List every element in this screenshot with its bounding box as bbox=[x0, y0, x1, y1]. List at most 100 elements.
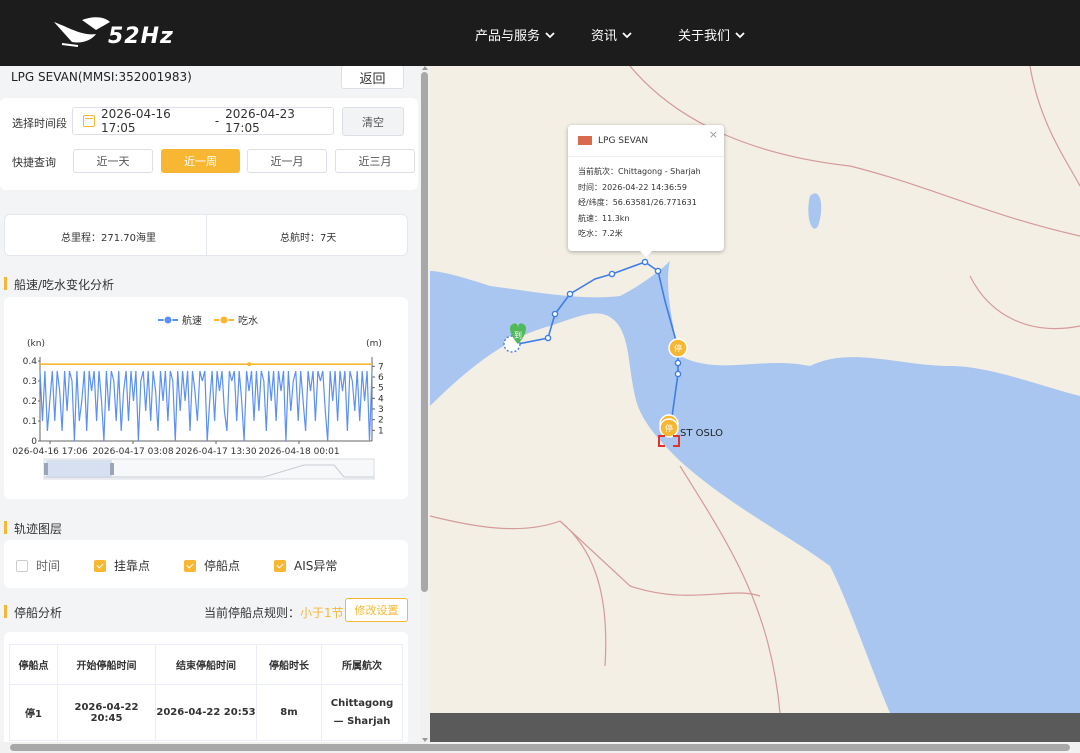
modify-settings-button[interactable]: 修改设置 bbox=[345, 598, 408, 622]
checkbox-box-checked bbox=[274, 559, 286, 572]
close-icon[interactable]: × bbox=[709, 128, 718, 141]
popup-speed: 航速：11.3kn bbox=[578, 213, 630, 223]
stop-table-header: 停船点 开始停船时间 结束停船时间 停船时长 所属航次 bbox=[9, 644, 403, 685]
stop-table: 停船点 开始停船时间 结束停船时间 停船时长 所属航次 停1 2026-04-2… bbox=[9, 644, 403, 741]
nav-about-label: 关于我们 bbox=[678, 29, 731, 44]
date-start: 2026-04-16 17:05 bbox=[100, 107, 171, 135]
arabia-land bbox=[430, 313, 890, 713]
quick-query-label: 快捷查询 bbox=[12, 156, 56, 169]
layer-ais-checkbox[interactable]: AIS异常 bbox=[274, 557, 337, 574]
stop-marker-text: 停 bbox=[674, 343, 682, 353]
panel-scrollbar[interactable] bbox=[420, 66, 430, 742]
table-row[interactable]: 停1 2026-04-22 20:45 2026-04-22 20:53 8m … bbox=[9, 684, 403, 741]
stop-duration: 8m bbox=[256, 684, 322, 741]
stop-analysis-title: 停船分析 bbox=[4, 604, 62, 621]
target-ship-label: ST OSLO bbox=[680, 428, 723, 439]
scroll-up-arrow-icon[interactable] bbox=[422, 66, 428, 70]
page-scrollbar-horizontal[interactable] bbox=[0, 742, 1080, 753]
y-right-tick: 7 bbox=[378, 362, 384, 372]
col-duration: 停船时长 bbox=[256, 644, 322, 685]
quick-3month-button[interactable]: 近三月 bbox=[335, 149, 415, 173]
y-right-tick: 2 bbox=[378, 416, 384, 426]
scrollbar-thumb[interactable] bbox=[10, 744, 1070, 751]
zoom-slider-handle-left[interactable] bbox=[44, 463, 48, 475]
date-end: 2026-04-23 17:05 bbox=[225, 107, 295, 135]
legend-label: 航速 bbox=[182, 314, 202, 327]
x-tick-label: 2026-04-17 03:08 bbox=[92, 447, 173, 457]
stop-rule-label: 当前停船点规则：小于1节 bbox=[204, 604, 344, 621]
voyage-to: — Sharjah bbox=[333, 715, 391, 727]
stop-rule-value: 小于1节 bbox=[300, 606, 344, 620]
speed-series-line bbox=[39, 370, 373, 442]
stop-id: 停1 bbox=[9, 684, 58, 741]
y-right-tick: 4 bbox=[378, 394, 384, 404]
layer-time-checkbox[interactable]: 时间 bbox=[16, 557, 60, 574]
clear-button[interactable]: 清空 bbox=[342, 107, 404, 136]
stop-start: 2026-04-22 20:45 bbox=[57, 684, 156, 741]
nav-products[interactable]: 产品与服务 bbox=[475, 25, 556, 44]
layer-stop-label: 停船点 bbox=[204, 559, 241, 573]
layers-section-title: 轨迹图层 bbox=[4, 520, 62, 537]
y-left-tick: 0.2 bbox=[23, 397, 37, 407]
legend-label: 吃水 bbox=[238, 314, 258, 327]
layer-stop-checkbox[interactable]: 停船点 bbox=[184, 557, 240, 574]
legend-marker bbox=[163, 315, 173, 325]
time-filter-card: 选择时间段 2026-04-16 17:05 - 2026-04-23 17:0… bbox=[0, 98, 418, 190]
quick-1day-button[interactable]: 近一天 bbox=[73, 149, 153, 173]
draft-point bbox=[247, 362, 252, 367]
map-view[interactable]: 到 停 停 ST OSLO bbox=[430, 66, 1080, 742]
nav-news[interactable]: 资讯 bbox=[591, 25, 633, 44]
chevron-down-icon bbox=[735, 31, 745, 38]
checkbox-box-checked bbox=[94, 559, 106, 572]
date-separator: - bbox=[214, 114, 220, 128]
logo-text[interactable]: 52Hz bbox=[108, 24, 174, 49]
stop-marker-1[interactable]: 停 bbox=[668, 338, 688, 358]
popup-voyage: 当前航次：Chittagong - Sharjah bbox=[578, 167, 701, 176]
map-canvas[interactable]: 到 停 停 ST OSLO bbox=[430, 66, 1080, 742]
col-start: 开始停船时间 bbox=[57, 644, 156, 685]
quick-1month-button[interactable]: 近一月 bbox=[247, 149, 327, 173]
col-stop: 停船点 bbox=[9, 644, 58, 685]
total-duration: 总航时：7天 bbox=[280, 233, 337, 244]
time-range-label: 选择时间段 bbox=[12, 117, 67, 130]
voyage-from: Chittagong bbox=[330, 697, 394, 709]
x-tick-label: 2026-04-17 13:30 bbox=[175, 447, 256, 457]
total-distance: 总里程：271.70海里 bbox=[61, 233, 156, 244]
y-right-tick: 5 bbox=[378, 384, 384, 394]
stop-rule-prefix: 当前停船点规则： bbox=[204, 606, 301, 620]
y-right-tick: 6 bbox=[378, 373, 384, 383]
date-range-input[interactable]: 2026-04-16 17:05 - 2026-04-23 17:05 bbox=[72, 107, 334, 135]
scrollbar-thumb[interactable] bbox=[421, 72, 428, 592]
popup-pointer bbox=[640, 251, 652, 257]
popup-header: LPG SEVAN bbox=[568, 125, 724, 157]
speed-draft-section-title: 船速/吃水变化分析 bbox=[4, 276, 114, 293]
left-panel: LPG SEVAN(MMSI:352001983) 返回 选择时间段 2026-… bbox=[0, 66, 420, 742]
summary-divider bbox=[206, 215, 207, 255]
popup-time: 时间：2026-04-22 14:36:59 bbox=[578, 182, 687, 192]
legend-marker bbox=[219, 315, 229, 325]
arrive-marker-text: 到 bbox=[514, 331, 522, 340]
y-left-tick: 0.3 bbox=[23, 377, 37, 387]
top-navbar: 52Hz 产品与服务 资讯 关于我们 bbox=[0, 0, 1080, 66]
chevron-down-icon bbox=[545, 31, 555, 38]
nav-about[interactable]: 关于我们 bbox=[678, 25, 746, 44]
nav-news-label: 资讯 bbox=[591, 29, 618, 44]
stop-marker-text: 停 bbox=[665, 423, 673, 433]
popup-ship-name: LPG SEVAN bbox=[598, 135, 649, 146]
zoom-slider-selection[interactable] bbox=[46, 460, 112, 478]
speed-draft-chart: 航速 吃水 (kn) (m) 0 0.1 0.2 0.3 0.4 1234567 026-04-16… bbox=[12, 314, 384, 480]
zoom-slider-handle-right[interactable] bbox=[110, 463, 114, 475]
y-left-tick: 0.1 bbox=[23, 417, 37, 427]
y-right-axis-label: (m) bbox=[366, 339, 382, 349]
layer-port-call-checkbox[interactable]: 挂靠点 bbox=[94, 557, 150, 574]
stop-marker-2[interactable]: 停 bbox=[659, 414, 679, 438]
summary-card: 总里程：271.70海里 总航时：7天 bbox=[4, 214, 408, 256]
popup-body: 当前航次：Chittagong - Sharjah 时间：2026-04-22 … bbox=[568, 157, 724, 242]
ship-info-popup: LPG SEVAN × 当前航次：Chittagong - Sharjah 时间… bbox=[568, 125, 724, 257]
chevron-down-icon bbox=[622, 31, 632, 38]
quick-1week-button[interactable]: 近一周 bbox=[161, 149, 240, 173]
col-voyage: 所属航次 bbox=[321, 644, 403, 685]
back-button[interactable]: 返回 bbox=[341, 66, 404, 89]
ship-title: LPG SEVAN(MMSI:352001983) bbox=[11, 70, 192, 84]
layer-time-label: 时间 bbox=[36, 559, 61, 573]
